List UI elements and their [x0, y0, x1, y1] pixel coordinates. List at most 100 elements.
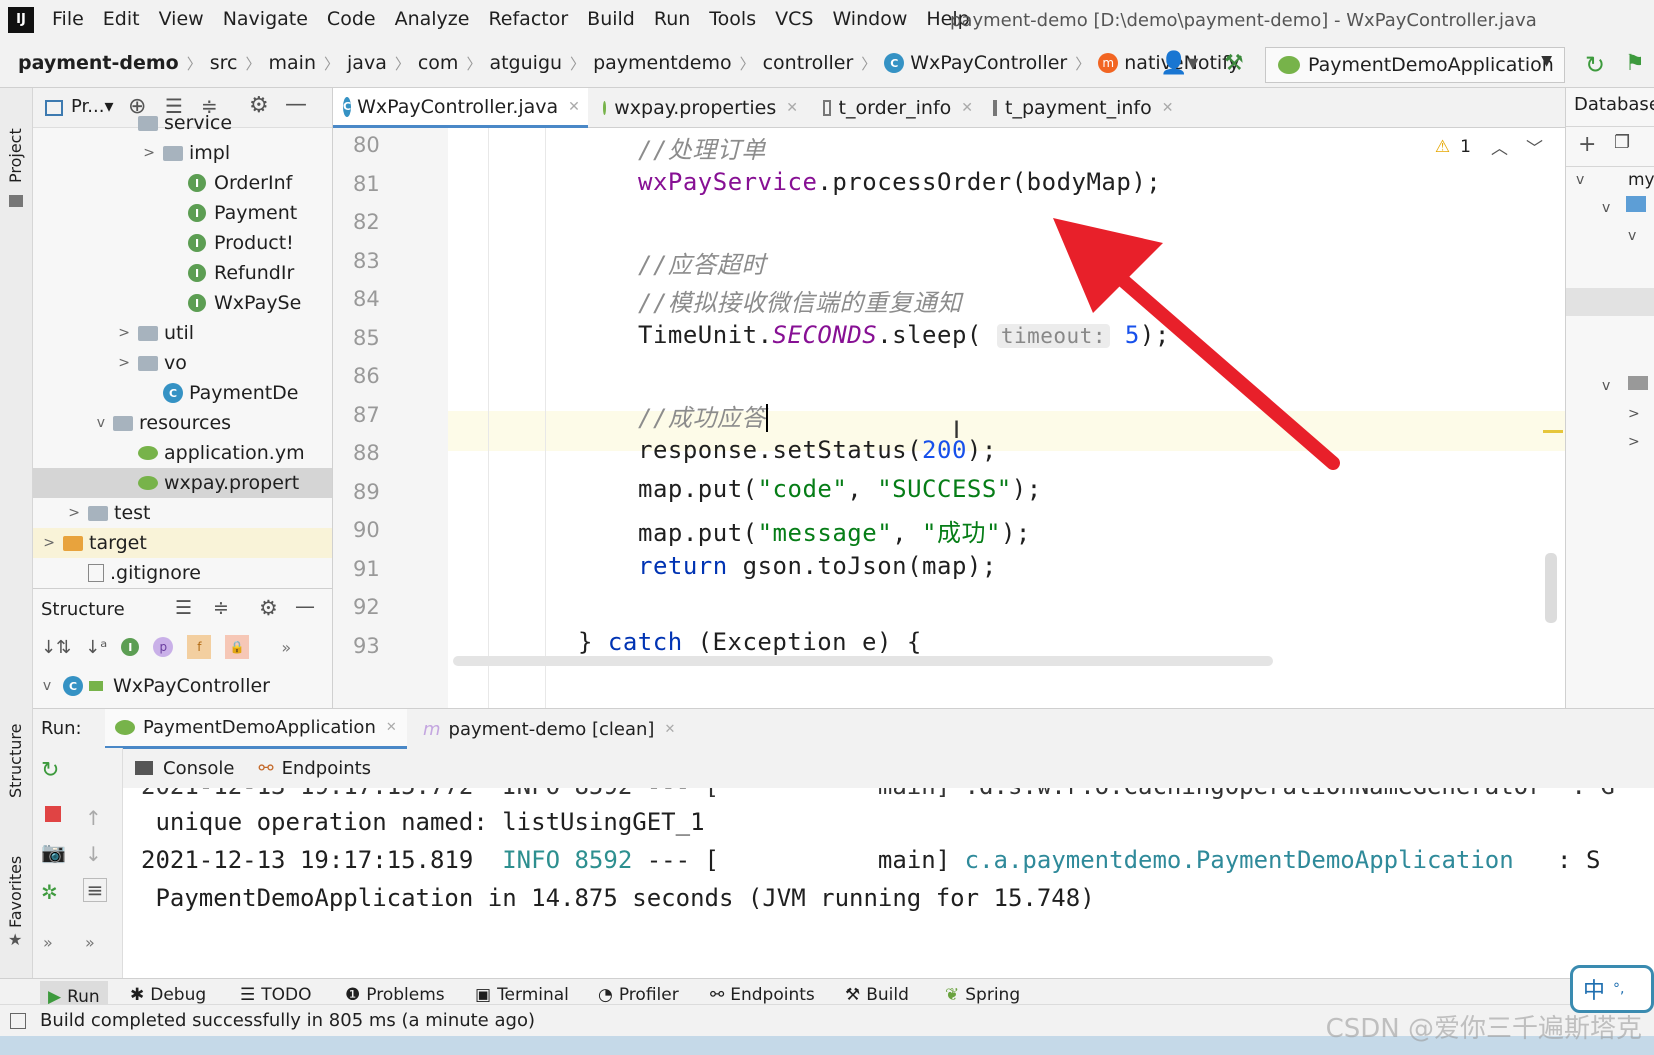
breadcrumb-class[interactable]: WxPayController — [910, 52, 1067, 74]
project-tree-item[interactable]: I WxPaySe — [33, 288, 332, 318]
show-fields-icon[interactable]: f — [187, 635, 212, 659]
chevron-down-icon[interactable]: v — [1602, 378, 1610, 394]
close-icon[interactable]: ✕ — [786, 100, 798, 116]
close-icon[interactable]: ✕ — [1162, 100, 1174, 116]
menu-edit[interactable]: Edit — [103, 8, 140, 30]
run-configuration-select[interactable]: PaymentDemoApplication ▼ — [1265, 47, 1565, 83]
chevron-down-icon[interactable]: v — [1628, 228, 1636, 244]
favorites-tool-button[interactable]: Favorites — [6, 856, 25, 928]
structure-tool-button[interactable]: Structure — [6, 724, 25, 798]
run-tab-paymentdemo[interactable]: PaymentDemoApplication ✕ — [105, 709, 407, 749]
copy-icon[interactable]: ❐ — [1614, 132, 1630, 153]
user-icon[interactable]: 👤▾ — [1160, 51, 1198, 76]
line-number[interactable]: 86 — [353, 364, 393, 388]
line-number[interactable]: 84 — [353, 287, 393, 311]
arrow-up-icon[interactable]: ↑ — [85, 806, 102, 830]
project-tree-item[interactable]: I OrderInf — [33, 168, 332, 198]
project-tree-item[interactable]: > impl — [33, 138, 332, 168]
status-message[interactable]: Build completed successfully in 805 ms (… — [40, 1010, 535, 1031]
close-icon[interactable]: ✕ — [664, 722, 675, 737]
line-number[interactable]: 81 — [353, 172, 393, 196]
minimize-icon[interactable]: — — [295, 594, 315, 618]
spring-tool-button[interactable]: ❦ Spring — [945, 985, 1020, 1005]
stop-icon[interactable] — [45, 806, 61, 822]
menu-navigate[interactable]: Navigate — [223, 8, 308, 30]
project-tree-item[interactable]: > vo — [33, 348, 332, 378]
menu-tools[interactable]: Tools — [709, 8, 756, 30]
build-tool-button[interactable]: ⚒ Build — [845, 985, 909, 1005]
warning-marker[interactable] — [1543, 430, 1563, 433]
project-tree-item[interactable]: .gitignore — [33, 558, 332, 588]
code-editor[interactable]: 80 81 82 83 84 85 86 87 88 89 90 91 92 93 ⚠ 1 ︿ ﹀ //处… — [333, 128, 1565, 708]
line-number[interactable]: 82 — [353, 210, 393, 234]
line-number[interactable]: 92 — [353, 595, 393, 619]
line-number[interactable]: 83 — [353, 249, 393, 273]
close-icon[interactable]: ✕ — [568, 99, 580, 115]
breadcrumb-controller[interactable]: controller — [763, 52, 854, 74]
terminal-tool-button[interactable]: ▣ Terminal — [475, 985, 569, 1005]
more-icon[interactable]: » — [85, 933, 95, 952]
breadcrumb-java[interactable]: java — [347, 52, 387, 74]
chevron-up-icon[interactable]: ︿ — [1491, 134, 1508, 159]
more-icon[interactable]: » — [43, 933, 53, 952]
sort-visibility-icon[interactable]: ↓ᵃ — [85, 637, 107, 658]
close-icon[interactable]: ✕ — [386, 720, 397, 735]
project-tree-item[interactable]: application.ym — [33, 438, 332, 468]
add-icon[interactable]: + — [1578, 132, 1596, 157]
show-interfaces-icon[interactable]: I — [121, 638, 140, 656]
sort-alpha-icon[interactable]: ↓⇅ — [41, 637, 71, 658]
debug-tool-button[interactable]: ✱ Debug — [130, 985, 206, 1005]
tab-wxpay-properties[interactable]: wxpay.properties ✕ — [593, 88, 808, 128]
ime-indicator[interactable]: 中 °, — [1570, 965, 1654, 1013]
breadcrumb-src[interactable]: src — [210, 52, 238, 74]
rerun-icon[interactable]: ↻ — [41, 758, 59, 783]
database-title[interactable]: Database — [1574, 94, 1654, 115]
hammer-icon[interactable]: ⚒ — [1224, 51, 1244, 76]
console-tab[interactable]: Console — [123, 748, 246, 788]
menu-window[interactable]: Window — [832, 8, 907, 30]
line-number[interactable]: 91 — [353, 557, 393, 581]
chevron-down-icon[interactable]: ﹀ — [1526, 134, 1543, 159]
endpoints-tab[interactable]: ⚯ Endpoints — [246, 748, 383, 788]
line-number[interactable]: 88 — [353, 441, 393, 465]
database-item[interactable]: my — [1628, 170, 1654, 190]
line-number[interactable]: 93 — [353, 634, 393, 658]
project-tree-item[interactable]: wxpay.propert — [33, 468, 332, 498]
lock-icon[interactable]: 🔒 — [225, 635, 250, 659]
chevron-right-icon[interactable]: > — [1628, 406, 1640, 422]
console-output[interactable]: 2021-12-13 19:17:15.772 INFO 8592 --- [ … — [123, 788, 1654, 978]
arrow-down-icon[interactable]: ↓ — [85, 842, 102, 866]
breadcrumb-main[interactable]: main — [269, 52, 316, 74]
menu-code[interactable]: Code — [327, 8, 376, 30]
show-properties-icon[interactable]: p — [153, 637, 174, 657]
project-tree-item[interactable]: I Payment — [33, 198, 332, 228]
more-icon[interactable]: » — [281, 638, 291, 657]
line-number[interactable]: 90 — [353, 518, 393, 542]
menu-vcs[interactable]: VCS — [775, 8, 813, 30]
rerun-icon[interactable]: ↻ — [1585, 51, 1605, 79]
project-tool-button[interactable]: Project — [6, 128, 25, 183]
menu-view[interactable]: View — [159, 8, 204, 30]
expand-all-icon[interactable]: ☰ — [175, 597, 192, 619]
breadcrumb-atguigu[interactable]: atguigu — [489, 52, 562, 74]
line-number[interactable]: 80 — [353, 133, 393, 157]
breadcrumb-com[interactable]: com — [418, 52, 459, 74]
structure-root-item[interactable]: v C WxPayController — [39, 675, 270, 697]
project-tree-item[interactable]: > target — [33, 528, 332, 558]
tab-wxpaycontroller[interactable]: C WxPayController.java ✕ — [333, 88, 588, 128]
chevron-down-icon[interactable]: v — [1602, 200, 1610, 216]
project-tree-item[interactable]: service — [33, 108, 332, 138]
project-tree-item[interactable]: I Product! — [33, 228, 332, 258]
chevron-right-icon[interactable]: > — [1628, 434, 1640, 450]
problems-tool-button[interactable]: ❶ Problems — [345, 985, 445, 1005]
vertical-scrollbar[interactable] — [1545, 553, 1557, 623]
breadcrumb-paymentdemo[interactable]: paymentdemo — [593, 52, 732, 74]
menu-refactor[interactable]: Refactor — [488, 8, 568, 30]
close-icon[interactable]: ✕ — [961, 100, 973, 116]
line-number[interactable]: 89 — [353, 480, 393, 504]
project-tree-item[interactable]: > util — [33, 318, 332, 348]
layout-toggle-icon[interactable] — [10, 1013, 26, 1029]
run-tab-maven-clean[interactable]: m payment-demo [clean] ✕ — [413, 709, 685, 749]
tab-t-order-info[interactable]: t_order_info ✕ — [813, 88, 983, 128]
line-number[interactable]: 85 — [353, 326, 393, 350]
